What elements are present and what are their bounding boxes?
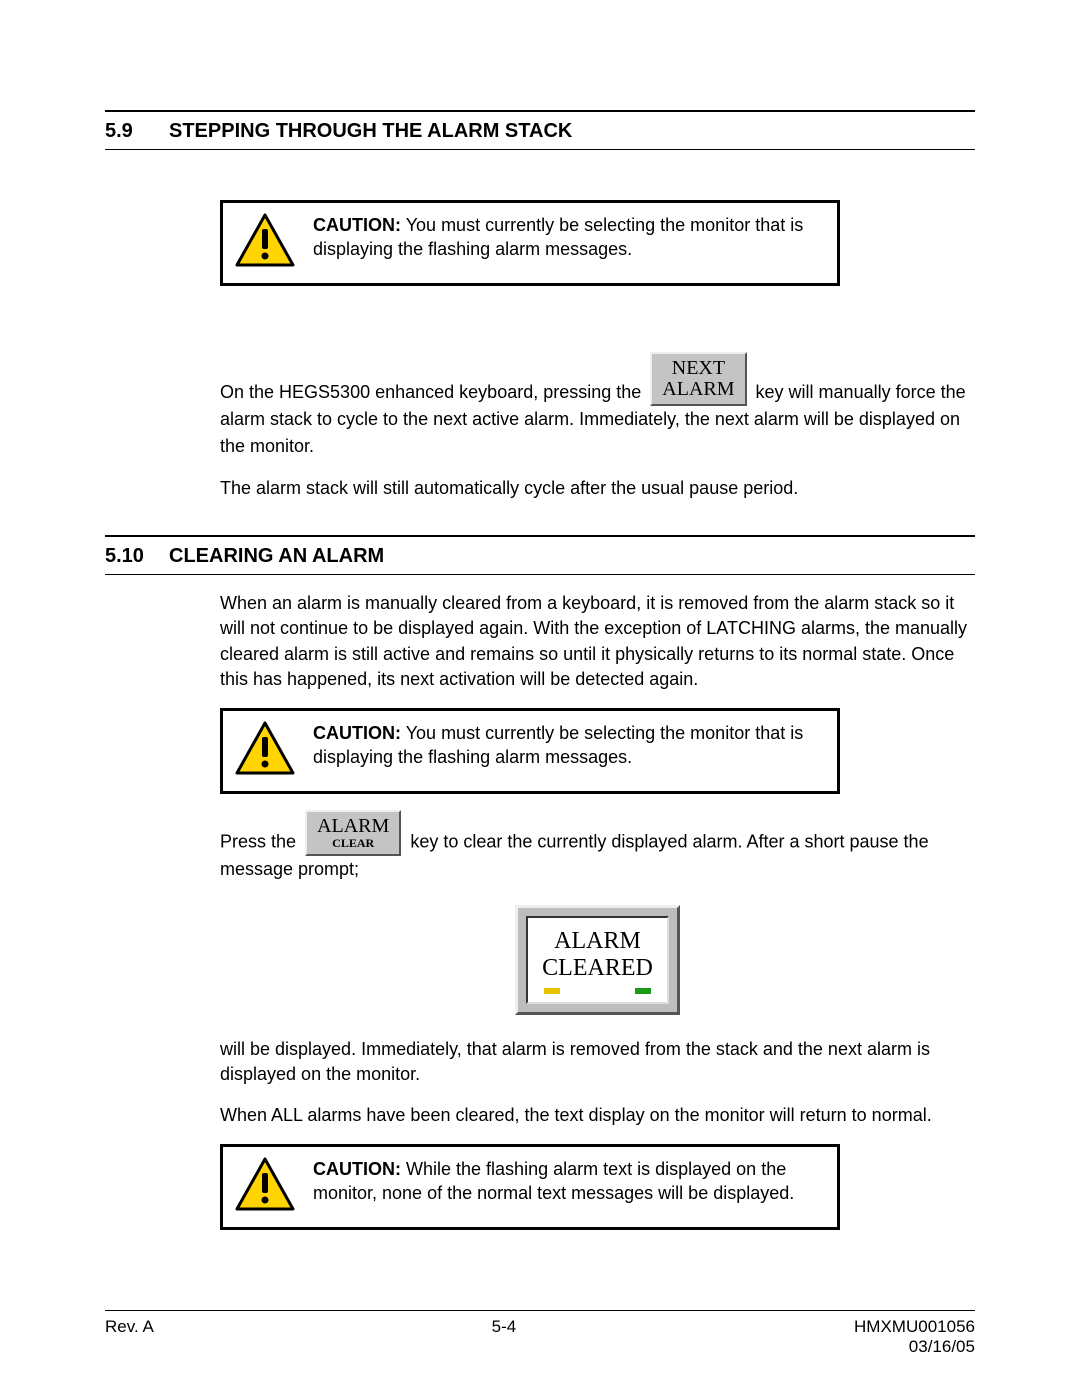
monitor-screen: ALARM CLEARED [526, 916, 669, 1004]
para-510-2: Press the ALARM CLEAR key to clear the c… [220, 810, 975, 883]
para-510-1: When an alarm is manually cleared from a… [220, 591, 975, 692]
screen-line1: ALARM [542, 928, 653, 955]
para-text: On the HEGS5300 enhanced keyboard, press… [220, 382, 641, 402]
warning-icon [235, 721, 295, 781]
footer-page: 5-4 [492, 1317, 517, 1357]
caution-box-510a: CAUTION: You must currently be selecting… [220, 708, 840, 794]
heading-5-10: 5.10 CLEARING AN ALARM [105, 537, 975, 574]
key-line2: CLEAR [317, 837, 389, 850]
caution-box-59: CAUTION: You must currently be selecting… [220, 200, 840, 286]
next-alarm-key-icon: NEXT ALARM [650, 352, 746, 406]
footer-rev: Rev. A [105, 1317, 154, 1357]
caution-text: CAUTION: You must currently be selecting… [313, 721, 825, 770]
para-510-3: will be displayed. Immediately, that ala… [220, 1037, 975, 1087]
heading-title: STEPPING THROUGH THE ALARM STACK [169, 120, 572, 143]
alarm-clear-key-icon: ALARM CLEAR [305, 810, 401, 856]
screen-line2: CLEARED [542, 955, 653, 982]
caution-label: CAUTION: [313, 723, 401, 743]
para-510-4: When ALL alarms have been cleared, the t… [220, 1103, 975, 1128]
rule-under-510 [105, 574, 975, 575]
monitor-icon: ALARM CLEARED [515, 905, 680, 1015]
footer-date: 03/16/05 [854, 1337, 975, 1357]
page-footer: Rev. A 5-4 HMXMU001056 03/16/05 [105, 1310, 975, 1357]
caution-text: CAUTION: While the flashing alarm text i… [313, 1157, 825, 1206]
para-59-1: On the HEGS5300 enhanced keyboard, press… [220, 352, 975, 460]
key-line1: NEXT [662, 358, 734, 379]
warning-icon [235, 213, 295, 273]
led-icon [544, 988, 560, 994]
heading-num: 5.9 [105, 120, 145, 143]
led-icon [635, 988, 651, 994]
caution-label: CAUTION: [313, 215, 401, 235]
footer-doc: HMXMU001056 [854, 1317, 975, 1337]
key-line1: ALARM [317, 816, 389, 837]
para-text: Press the [220, 832, 296, 852]
key-line2: ALARM [662, 379, 734, 400]
heading-title: CLEARING AN ALARM [169, 545, 384, 568]
heading-num: 5.10 [105, 545, 145, 568]
caution-box-510b: CAUTION: While the flashing alarm text i… [220, 1144, 840, 1230]
caution-label: CAUTION: [313, 1159, 401, 1179]
heading-5-9: 5.9 STEPPING THROUGH THE ALARM STACK [105, 112, 975, 149]
para-59-2: The alarm stack will still automatically… [220, 476, 975, 501]
caution-text: CAUTION: You must currently be selecting… [313, 213, 825, 262]
warning-icon [235, 1157, 295, 1217]
